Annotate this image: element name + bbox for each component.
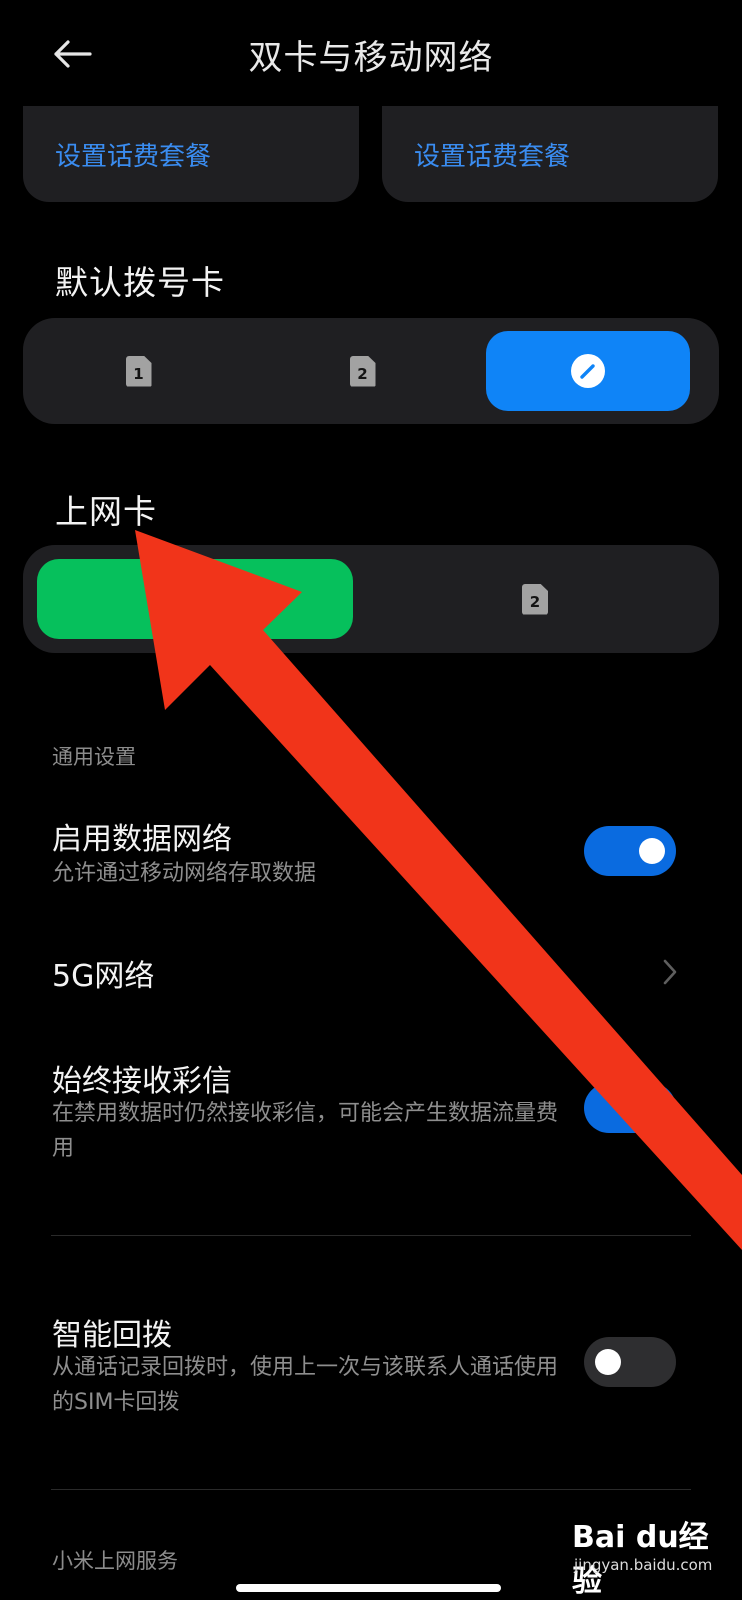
watermark-logo: Bai du经验 jingyan.baidu.com <box>568 1512 738 1599</box>
home-indicator[interactable] <box>236 1584 501 1592</box>
arrow-annotation-icon <box>135 530 742 1250</box>
watermark-site: jingyan.baidu.com <box>574 1556 713 1574</box>
